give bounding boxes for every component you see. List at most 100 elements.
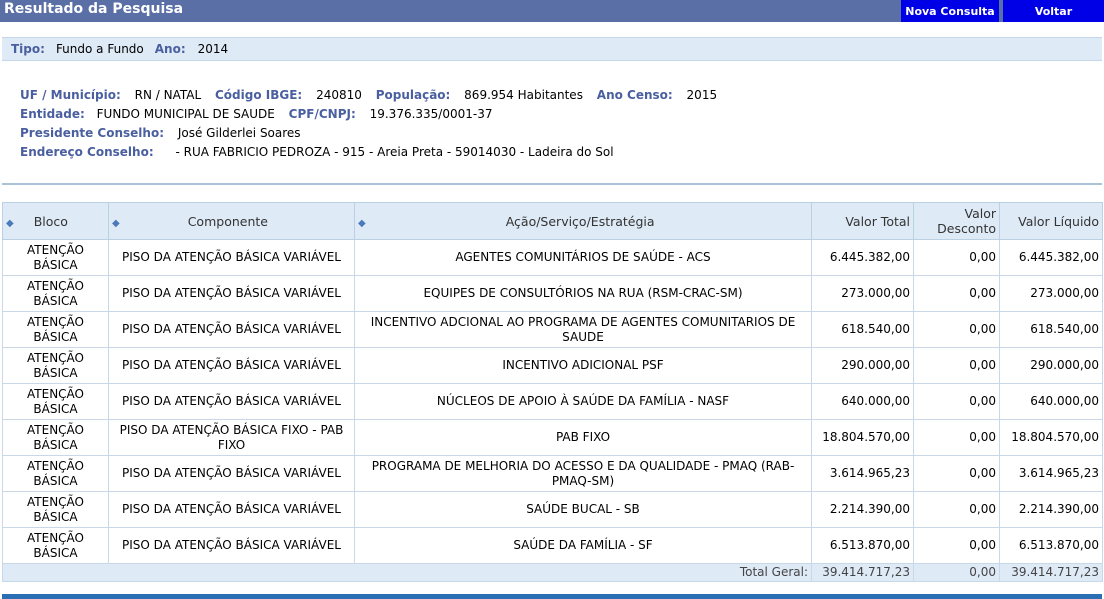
table-row: ATENÇÃO BÁSICA PISO DA ATENÇÃO BÁSICA VARI… xyxy=(2,455,1103,492)
censo-label: Ano Censo: xyxy=(596,88,673,102)
table-row: ATENÇÃO BÁSICA PISO DA ATENÇÃO BÁSICA VARI… xyxy=(2,239,1103,276)
cell-valor-desconto: 0,00 xyxy=(913,311,1000,348)
cell-valor-total: 618.540,00 xyxy=(811,311,914,348)
ibge-value: 240810 xyxy=(316,88,362,102)
cell-valor-liquido: 618.540,00 xyxy=(999,311,1103,348)
populacao-value: 869.954 Habitantes xyxy=(464,88,583,102)
entidade-value: FUNDO MUNICIPAL DE SAUDE xyxy=(96,107,275,121)
ibge-label: Código IBGE: xyxy=(215,88,303,102)
table-row: ATENÇÃO BÁSICA PISO DA ATENÇÃO BÁSICA FIXO… xyxy=(2,419,1103,456)
cell-componente: PISO DA ATENÇÃO BÁSICA VARIÁVEL xyxy=(108,491,355,528)
table-row: ATENÇÃO BÁSICA PISO DA ATENÇÃO BÁSICA VARI… xyxy=(2,311,1103,348)
section-divider xyxy=(2,183,1102,185)
cell-acao: INCENTIVO ADCIONAL AO PROGRAMA DE AGENTE… xyxy=(354,311,812,348)
filter-summary: Tipo: Fundo a Fundo Ano: 2014 xyxy=(2,37,1102,61)
cell-valor-total: 2.214.390,00 xyxy=(811,491,914,528)
sort-icon[interactable]: ◆ xyxy=(358,218,366,229)
bottom-bar xyxy=(2,594,1102,599)
table-row: ATENÇÃO BÁSICA PISO DA ATENÇÃO BÁSICA VARI… xyxy=(2,347,1103,384)
presidente-value: José Gilderlei Soares xyxy=(177,126,301,140)
voltar-button[interactable]: Voltar xyxy=(1003,0,1104,22)
endereco-value: - RUA FABRICIO PEDROZA - 915 - Areia Pre… xyxy=(175,145,614,159)
cell-bloco: ATENÇÃO BÁSICA xyxy=(2,491,109,528)
cell-bloco: ATENÇÃO BÁSICA xyxy=(2,383,109,420)
header-acao[interactable]: ◆ Ação/Serviço/Estratégia xyxy=(354,202,812,240)
cell-valor-liquido: 18.804.570,00 xyxy=(999,419,1103,456)
uf-label: UF / Município: xyxy=(20,88,121,102)
cell-bloco: ATENÇÃO BÁSICA xyxy=(2,455,109,492)
presidente-label: Presidente Conselho: xyxy=(20,126,165,140)
cell-valor-desconto: 0,00 xyxy=(913,383,1000,420)
cell-bloco: ATENÇÃO BÁSICA xyxy=(2,347,109,384)
cell-valor-total: 6.445.382,00 xyxy=(811,239,914,276)
cell-acao: PAB FIXO xyxy=(354,419,812,456)
cell-valor-total: 3.614.965,23 xyxy=(811,455,914,492)
cell-valor-total: 6.513.870,00 xyxy=(811,527,914,564)
table-row: ATENÇÃO BÁSICA PISO DA ATENÇÃO BÁSICA VARI… xyxy=(2,275,1103,312)
cell-componente: PISO DA ATENÇÃO BÁSICA VARIÁVEL xyxy=(108,347,355,384)
cell-acao: SAÚDE BUCAL - SB xyxy=(354,491,812,528)
cell-valor-liquido: 273.000,00 xyxy=(999,275,1103,312)
total-liquido: 39.414.717,23 xyxy=(999,563,1103,582)
header-valor-desconto: Valor Desconto xyxy=(913,202,1000,240)
header-valor-total: Valor Total xyxy=(811,202,914,240)
total-value: 39.414.717,23 xyxy=(811,563,914,582)
sort-icon[interactable]: ◆ xyxy=(112,218,120,229)
ano-label: Ano: xyxy=(154,42,186,56)
censo-value: 2015 xyxy=(686,88,718,102)
header-bar: Resultado da Pesquisa Nova Consulta Volt… xyxy=(0,0,1104,22)
table-row: ATENÇÃO BÁSICA PISO DA ATENÇÃO BÁSICA VARI… xyxy=(2,527,1103,564)
table-row: ATENÇÃO BÁSICA PISO DA ATENÇÃO BÁSICA VARI… xyxy=(2,383,1103,420)
cell-acao: EQUIPES DE CONSULTÓRIOS NA RUA (RSM-CRAC… xyxy=(354,275,812,312)
cell-bloco: ATENÇÃO BÁSICA xyxy=(2,275,109,312)
header-bloco[interactable]: ◆ Bloco xyxy=(2,202,109,240)
cell-acao: SAÚDE DA FAMÍLIA - SF xyxy=(354,527,812,564)
cell-valor-liquido: 6.445.382,00 xyxy=(999,239,1103,276)
cell-componente: PISO DA ATENÇÃO BÁSICA VARIÁVEL xyxy=(108,383,355,420)
cell-valor-liquido: 6.513.870,00 xyxy=(999,527,1103,564)
header-componente[interactable]: ◆ Componente xyxy=(108,202,355,240)
table-row: ATENÇÃO BÁSICA PISO DA ATENÇÃO BÁSICA VARI… xyxy=(2,491,1103,528)
cell-valor-total: 273.000,00 xyxy=(811,275,914,312)
cell-valor-total: 18.804.570,00 xyxy=(811,419,914,456)
ano-value: 2014 xyxy=(197,42,229,56)
sort-icon[interactable]: ◆ xyxy=(6,218,14,229)
entidade-label: Entidade: xyxy=(20,107,85,121)
cell-valor-total: 640.000,00 xyxy=(811,383,914,420)
cell-componente: PISO DA ATENÇÃO BÁSICA VARIÁVEL xyxy=(108,275,355,312)
total-label: Total Geral: xyxy=(2,563,812,582)
cnpj-value: 19.376.335/0001-37 xyxy=(369,107,493,121)
cell-valor-desconto: 0,00 xyxy=(913,347,1000,384)
cell-componente: PISO DA ATENÇÃO BÁSICA VARIÁVEL xyxy=(108,527,355,564)
cell-bloco: ATENÇÃO BÁSICA xyxy=(2,311,109,348)
cell-valor-liquido: 3.614.965,23 xyxy=(999,455,1103,492)
cell-componente: PISO DA ATENÇÃO BÁSICA VARIÁVEL xyxy=(108,239,355,276)
cell-valor-desconto: 0,00 xyxy=(913,455,1000,492)
cell-valor-liquido: 290.000,00 xyxy=(999,347,1103,384)
nova-consulta-button[interactable]: Nova Consulta xyxy=(901,0,999,22)
municipio-info: UF / Município: RN / NATAL Código IBGE: … xyxy=(20,86,717,162)
cell-acao: AGENTES COMUNITÁRIOS DE SAÚDE - ACS xyxy=(354,239,812,276)
cell-valor-desconto: 0,00 xyxy=(913,275,1000,312)
cell-bloco: ATENÇÃO BÁSICA xyxy=(2,527,109,564)
cell-valor-liquido: 2.214.390,00 xyxy=(999,491,1103,528)
cell-valor-desconto: 0,00 xyxy=(913,419,1000,456)
cell-bloco: ATENÇÃO BÁSICA xyxy=(2,419,109,456)
page-title: Resultado da Pesquisa xyxy=(4,1,184,17)
header-valor-liquido: Valor Líquido xyxy=(999,202,1103,240)
cell-valor-desconto: 0,00 xyxy=(913,491,1000,528)
table-header-row: ◆ Bloco ◆ Componente ◆ Ação/Serviço/Estraté… xyxy=(2,202,1103,240)
cell-bloco: ATENÇÃO BÁSICA xyxy=(2,239,109,276)
cell-acao: NÚCLEOS DE APOIO À SAÚDE DA FAMÍLIA - NA… xyxy=(354,383,812,420)
cell-valor-total: 290.000,00 xyxy=(811,347,914,384)
tipo-value: Fundo a Fundo xyxy=(55,42,144,56)
cell-acao: PROGRAMA DE MELHORIA DO ACESSO E DA QUAL… xyxy=(354,455,812,492)
populacao-label: População: xyxy=(375,88,451,102)
cell-componente: PISO DA ATENÇÃO BÁSICA VARIÁVEL xyxy=(108,455,355,492)
total-desconto: 0,00 xyxy=(913,563,1000,582)
cell-valor-desconto: 0,00 xyxy=(913,239,1000,276)
cell-acao: INCENTIVO ADICIONAL PSF xyxy=(354,347,812,384)
results-table: ◆ Bloco ◆ Componente ◆ Ação/Serviço/Estraté… xyxy=(2,202,1103,582)
cell-valor-desconto: 0,00 xyxy=(913,527,1000,564)
cnpj-label: CPF/CNPJ: xyxy=(288,107,356,121)
